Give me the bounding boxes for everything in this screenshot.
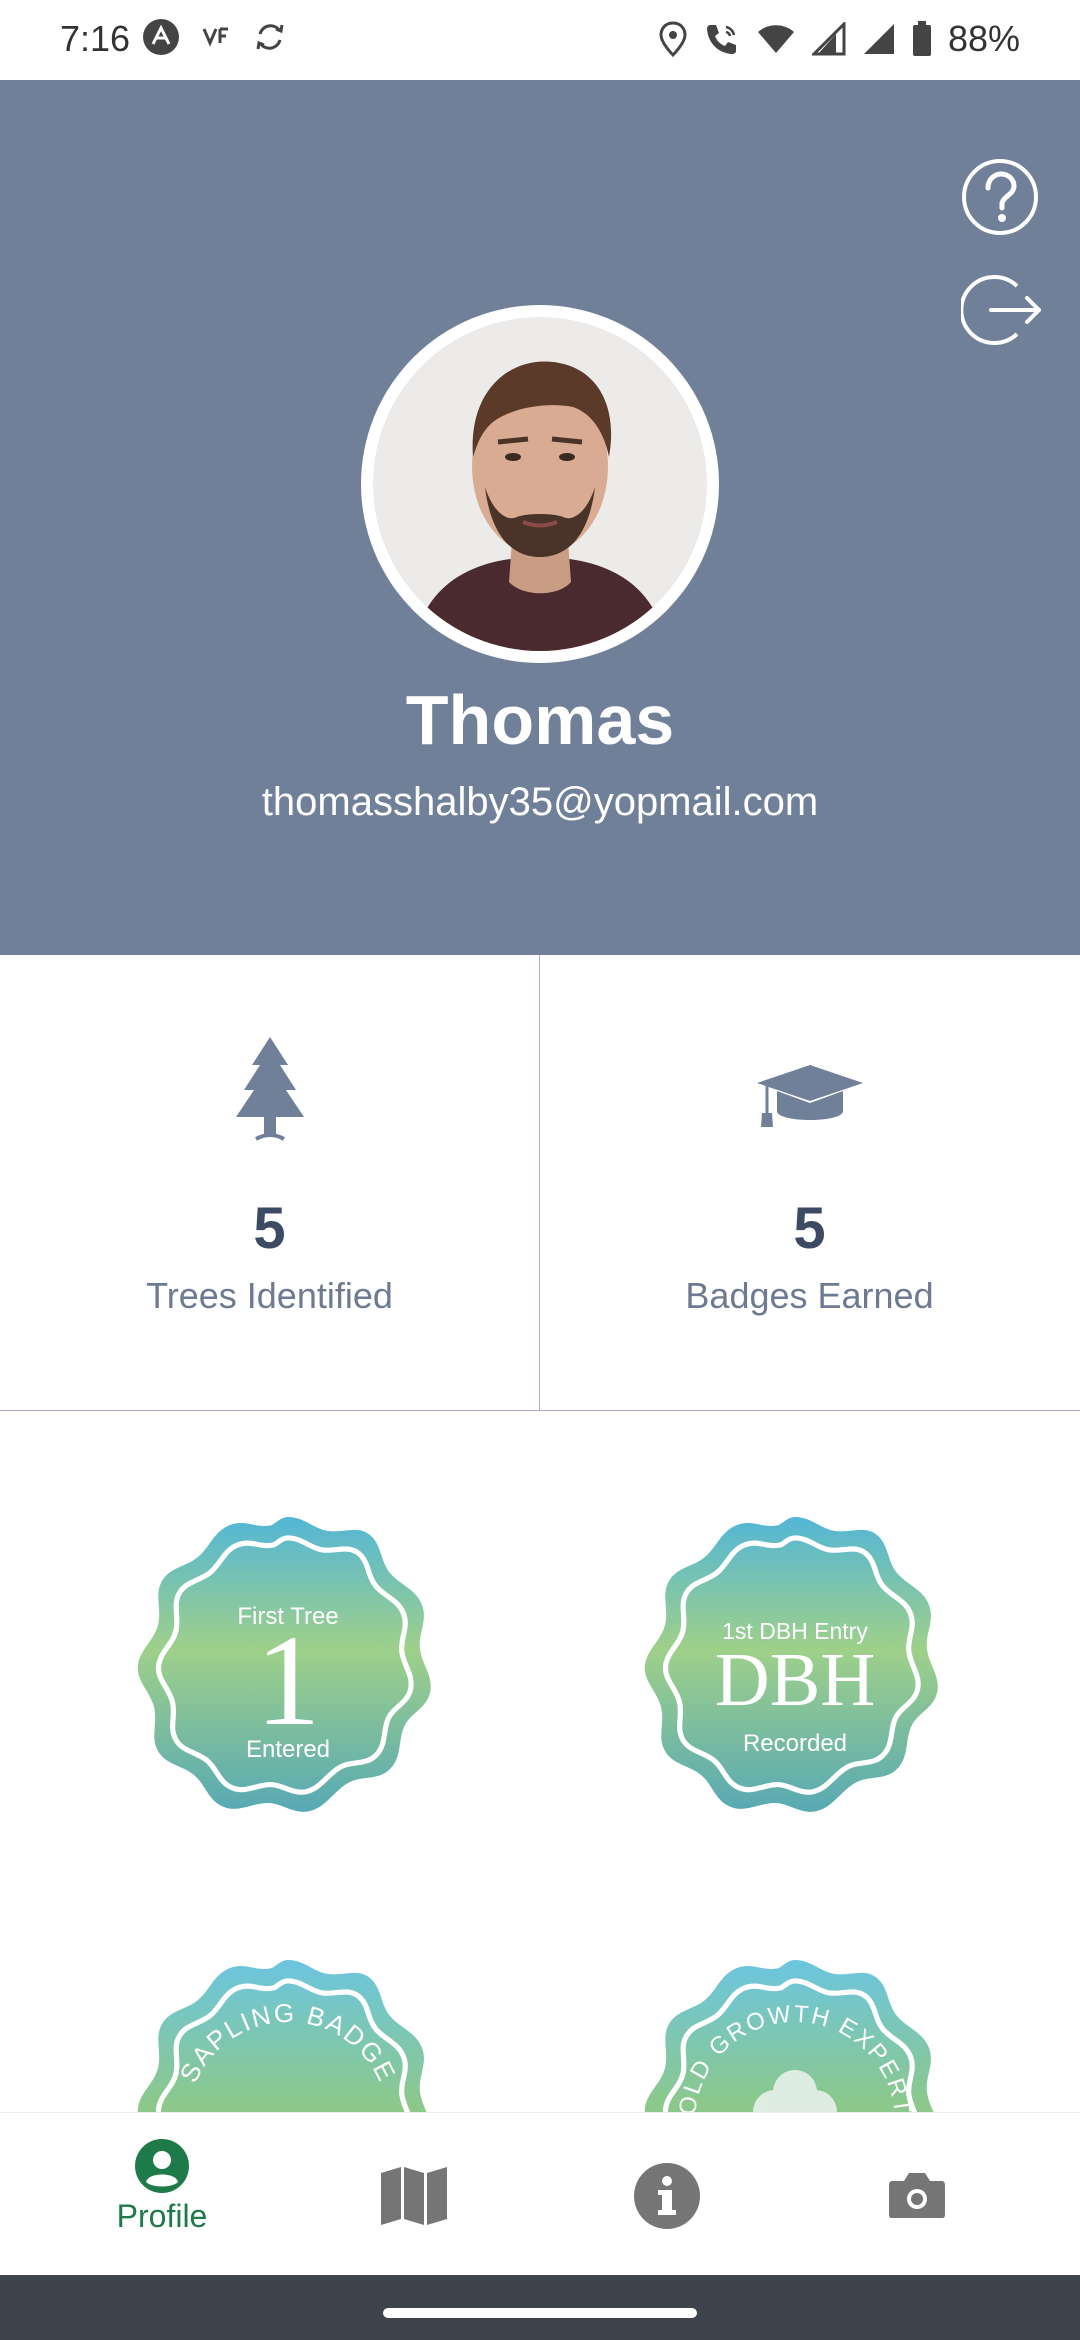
- user-name: Thomas: [405, 681, 675, 759]
- status-system-icons: 88%: [658, 18, 1020, 60]
- status-notification-icons: [142, 18, 288, 56]
- badges-label: Badges Earned: [685, 1275, 934, 1316]
- battery-percentage: 88%: [947, 18, 1020, 59]
- badge-first-tree-main: 1: [256, 1609, 321, 1753]
- badge-first-tree[interactable]: First Tree 1 Entered: [128, 1509, 448, 1829]
- badge-first-tree-bottom: Entered: [246, 1736, 330, 1763]
- trees-label: Trees Identified: [146, 1275, 393, 1316]
- tree-icon: [235, 1037, 304, 1141]
- badge-sapling[interactable]: SAPLING BADGE: [128, 1952, 448, 2112]
- nav-info[interactable]: [532, 2113, 802, 2276]
- camera-icon: [889, 2173, 945, 2218]
- location-icon: [659, 21, 687, 57]
- cell-signal-icon-2: [863, 24, 894, 54]
- info-icon: [634, 2163, 700, 2229]
- nav-profile[interactable]: Profile: [27, 2113, 297, 2276]
- badge-old-growth-expert[interactable]: OLD GROWTH EXPERT: [635, 1952, 955, 2112]
- nav-camera[interactable]: [782, 2113, 1052, 2276]
- avatar[interactable]: [361, 305, 719, 663]
- badge-dbh-bottom: Recorded: [743, 1730, 847, 1757]
- badges-count: 5: [793, 1196, 826, 1261]
- badges-grid: First Tree 1 Entered 1st DBH Entry DBH R…: [0, 1412, 1080, 2112]
- stat-trees-identified[interactable]: 5 Trees Identified: [0, 955, 540, 1410]
- sync-icon: [256, 24, 284, 50]
- help-icon[interactable]: [961, 158, 1039, 236]
- badge-dbh-main: DBH: [715, 1638, 875, 1722]
- status-bar: 7:16 88%: [0, 0, 1080, 80]
- stats-panel: 5 Trees Identified 5 Badges Earned: [0, 955, 1080, 1411]
- nav-profile-label: Profile: [116, 2198, 208, 2234]
- graduation-cap-icon: [756, 1065, 863, 1127]
- home-gesture-bar[interactable]: [383, 2308, 697, 2318]
- badge-dbh-entry[interactable]: 1st DBH Entry DBH Recorded: [635, 1509, 955, 1829]
- map-icon: [381, 2167, 447, 2225]
- profile-icon: [135, 2139, 189, 2193]
- status-time: 7:16: [60, 18, 131, 59]
- user-email: thomasshalby35@yopmail.com: [261, 780, 819, 824]
- bottom-navigation: Profile: [0, 2112, 1080, 2276]
- vf-icon: [202, 27, 228, 47]
- nav-map[interactable]: [279, 2113, 549, 2276]
- android-logo-icon: [143, 19, 179, 55]
- system-navigation-bar: [0, 2275, 1080, 2340]
- stat-badges-earned[interactable]: 5 Badges Earned: [540, 955, 1079, 1410]
- cell-signal-icon: [811, 22, 846, 56]
- trees-count: 5: [253, 1196, 286, 1261]
- battery-icon: [912, 21, 931, 56]
- wifi-calling-icon: [706, 25, 736, 54]
- logout-icon[interactable]: [961, 272, 1045, 348]
- wifi-icon: [757, 25, 794, 53]
- avatar-photo: [373, 317, 707, 651]
